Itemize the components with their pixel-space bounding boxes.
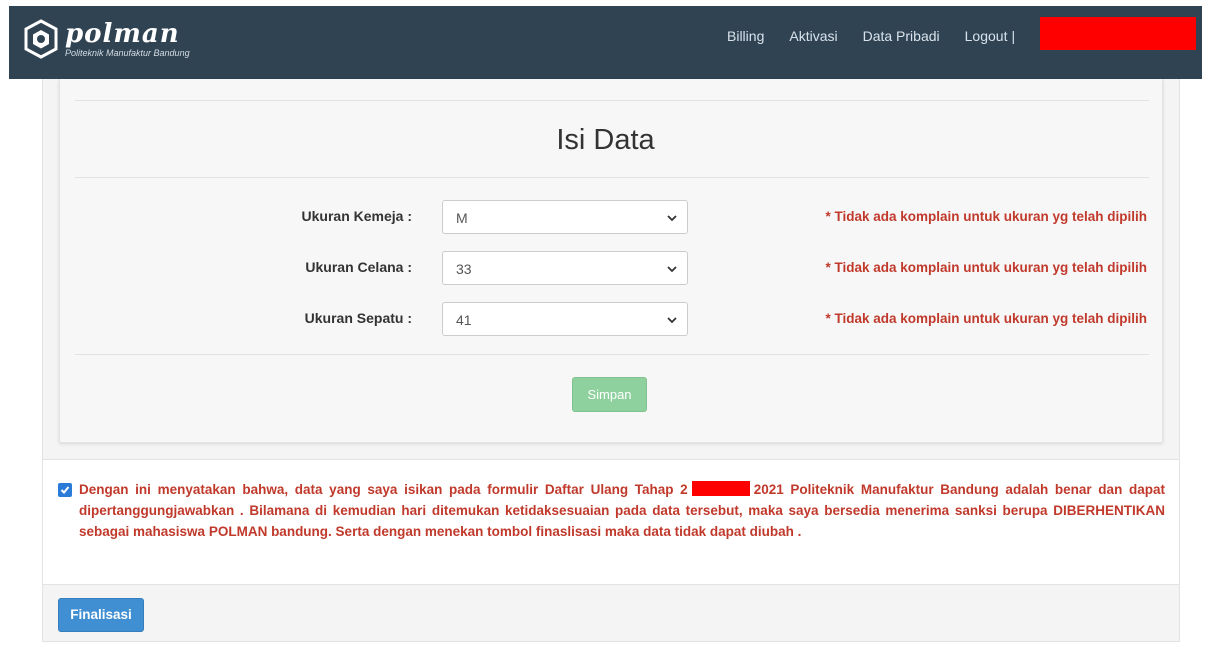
ukuran-celana-label: Ukuran Celana : — [305, 259, 412, 275]
ukuran-celana-select[interactable]: 33 — [442, 251, 688, 285]
nav-billing-link[interactable]: Billing — [727, 28, 764, 44]
page-title: Isi Data — [556, 124, 655, 156]
ukuran-sepatu-note: * Tidak ada komplain untuk ukuran yg tel… — [825, 311, 1147, 326]
ukuran-sepatu-value: 41 — [456, 312, 472, 328]
brand-logo[interactable]: polman Politeknik Manufaktur Bandung — [23, 19, 190, 59]
ukuran-kemeja-note: * Tidak ada komplain untuk ukuran yg tel… — [825, 209, 1147, 224]
nav-aktivasi-link[interactable]: Aktivasi — [789, 28, 837, 44]
ukuran-celana-value: 33 — [456, 261, 472, 277]
finalisasi-button[interactable]: Finalisasi — [58, 598, 144, 632]
ukuran-sepatu-select[interactable]: 41 — [442, 302, 688, 336]
brand-name: polman — [65, 18, 180, 49]
brand-subtitle: Politeknik Manufaktur Bandung — [65, 47, 190, 58]
nav-menu: Billing Aktivasi Data Pribadi Logout | — [727, 6, 1015, 66]
ukuran-celana-note: * Tidak ada komplain untuk ukuran yg tel… — [825, 260, 1147, 275]
statement-text-part1: Dengan ini menyatakan bahwa, data yang s… — [79, 482, 688, 497]
redacted-year-block — [691, 481, 750, 496]
checkmark-icon — [60, 486, 70, 494]
nav-logout-link[interactable]: Logout — [965, 28, 1008, 44]
ukuran-kemeja-value: M — [456, 210, 468, 226]
ukuran-kemeja-select[interactable]: M — [442, 200, 688, 234]
agreement-statement: Dengan ini menyatakan bahwa, data yang s… — [79, 479, 1165, 542]
simpan-button[interactable]: Simpan — [572, 377, 647, 412]
redacted-username — [1040, 17, 1196, 50]
card-divider-top — [75, 100, 1149, 101]
card-divider-bottom — [75, 354, 1149, 355]
polman-logo-icon — [24, 19, 58, 59]
top-navbar: polman Politeknik Manufaktur Bandung Bil… — [9, 6, 1202, 79]
agreement-checkbox[interactable] — [58, 483, 72, 497]
card-divider-title — [75, 177, 1149, 178]
nav-separator: | — [1011, 28, 1016, 44]
ukuran-sepatu-label: Ukuran Sepatu : — [304, 310, 412, 326]
nav-data-pribadi-link[interactable]: Data Pribadi — [863, 28, 940, 44]
ukuran-kemeja-label: Ukuran Kemeja : — [301, 208, 412, 224]
